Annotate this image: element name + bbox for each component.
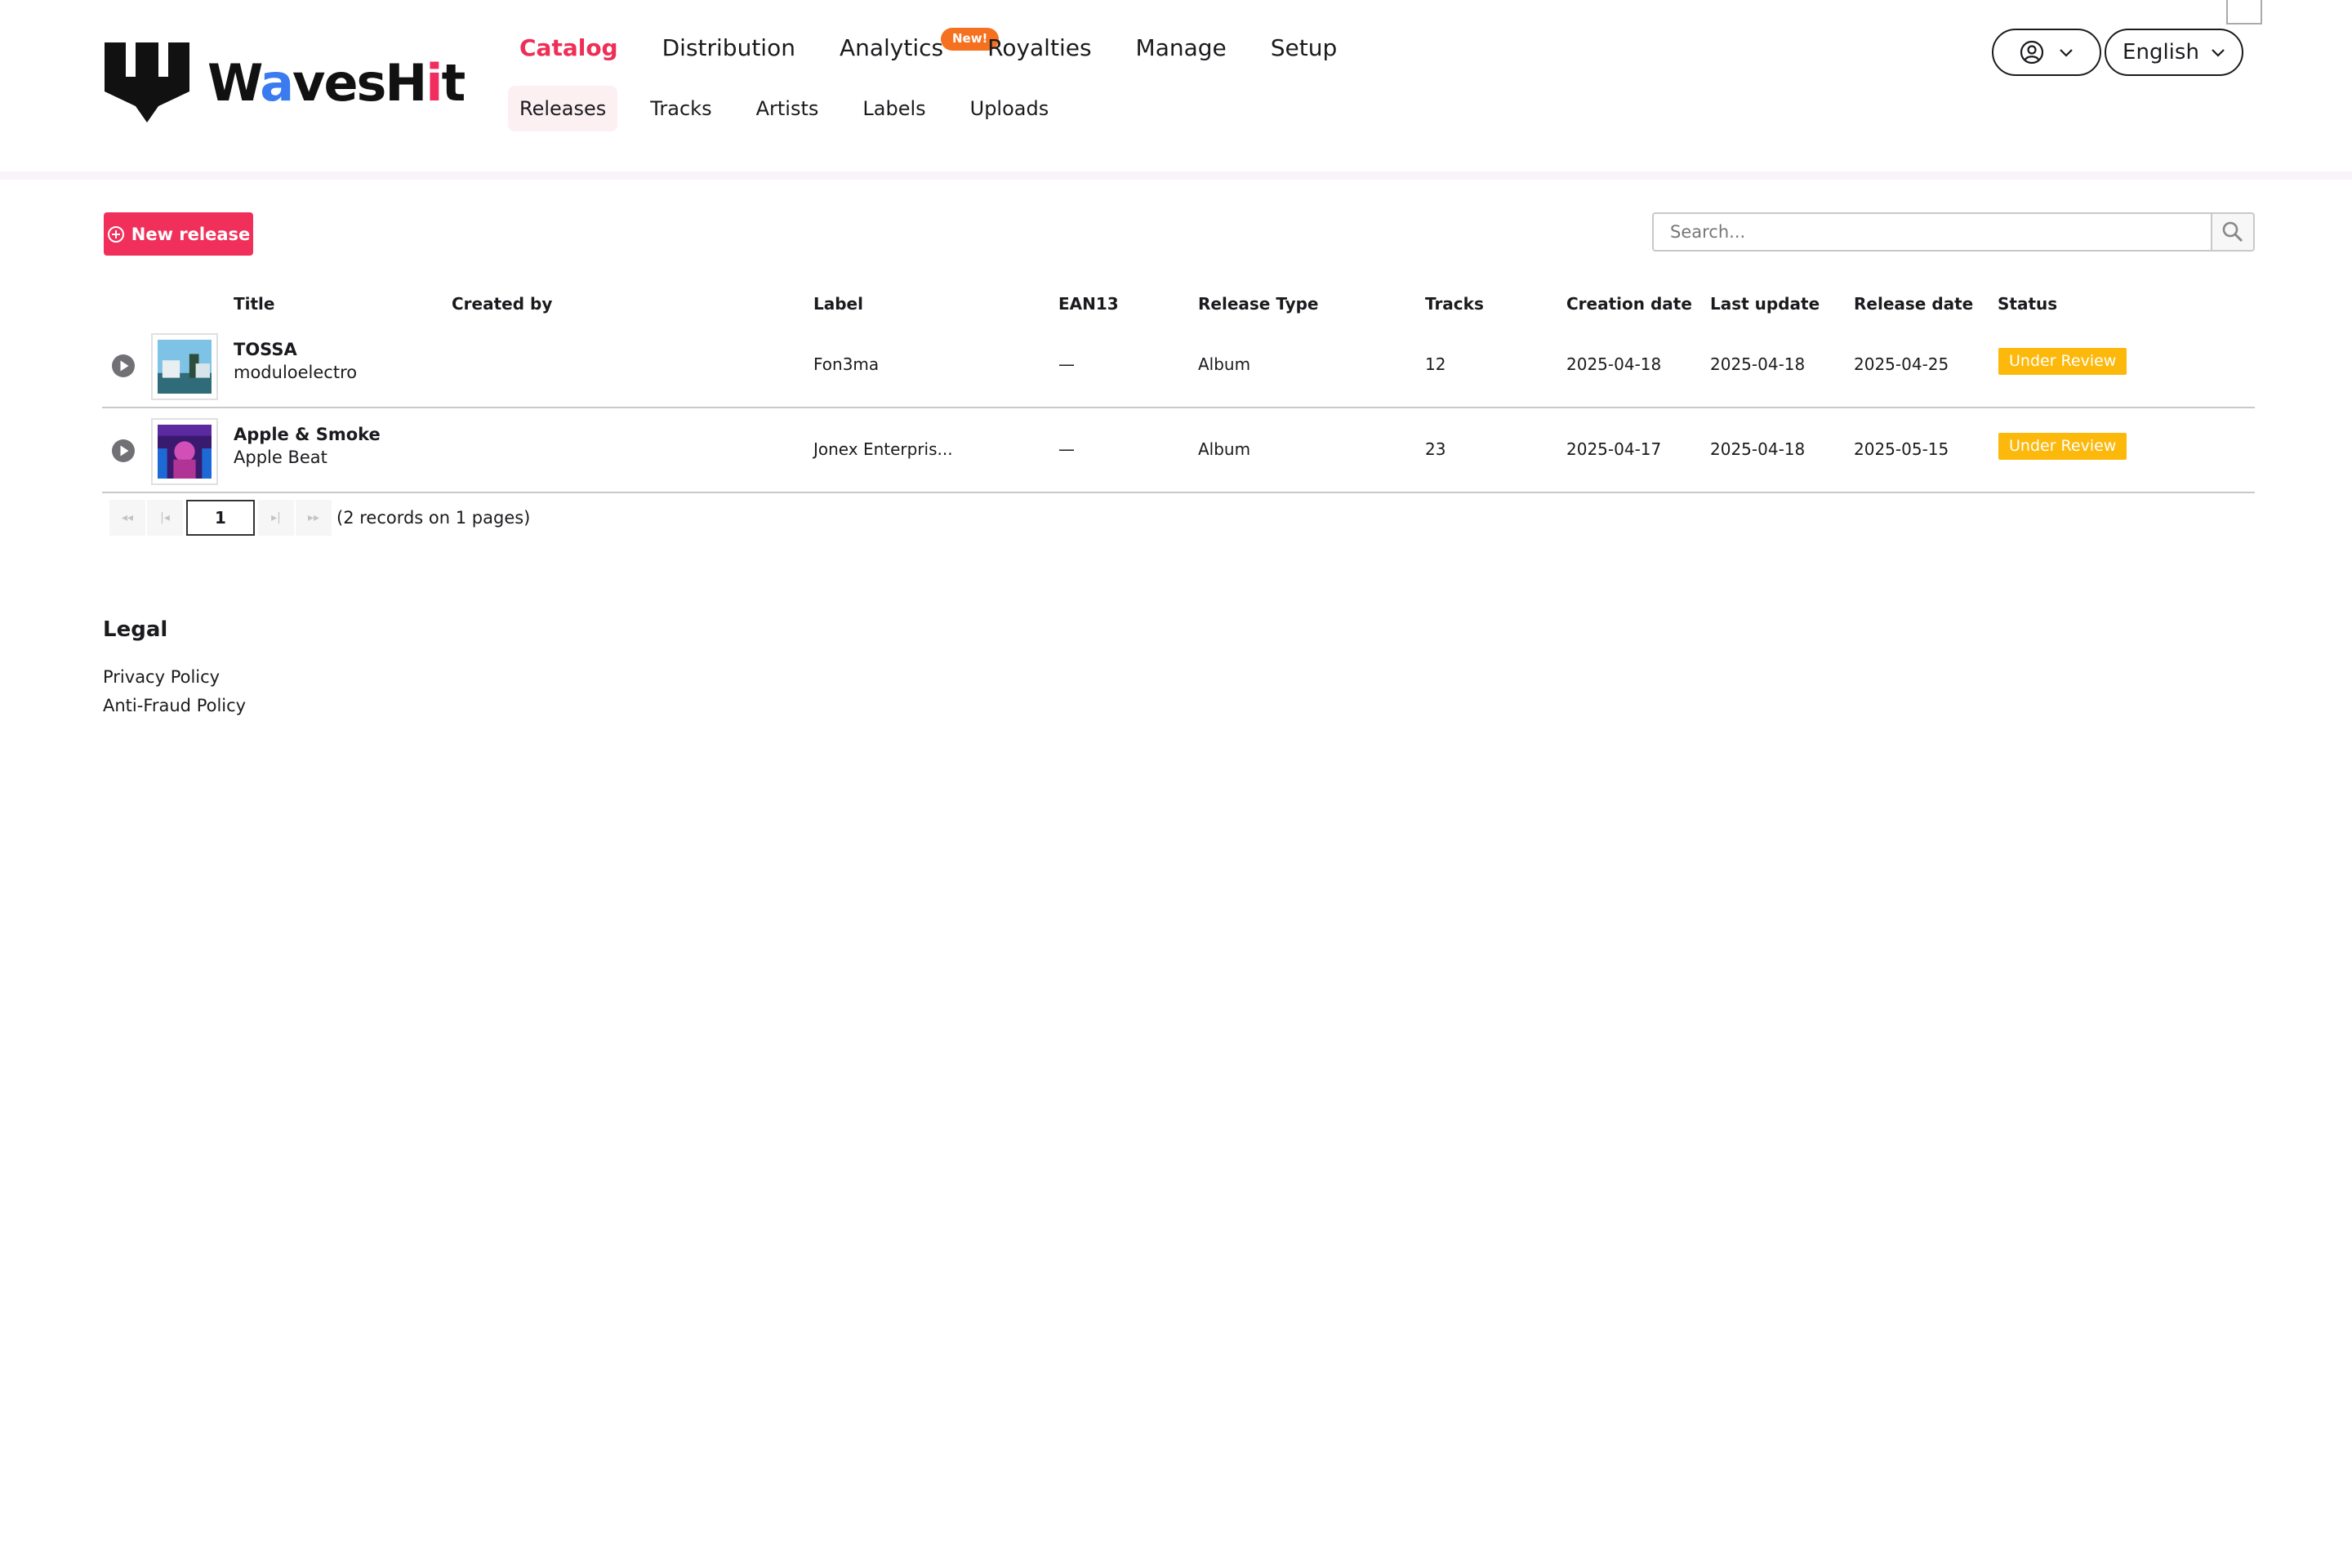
status-badge: Under Review bbox=[1998, 348, 2127, 375]
column-release-type[interactable]: Release Type bbox=[1198, 294, 1319, 314]
column-status[interactable]: Status bbox=[1998, 294, 2057, 314]
user-menu-button[interactable] bbox=[1992, 29, 2101, 76]
tab-tracks[interactable]: Tracks bbox=[639, 86, 723, 131]
chevron-down-icon bbox=[2060, 49, 2073, 57]
table-row[interactable]: Apple & Smoke Apple Beat Jonex Enterpris… bbox=[102, 408, 2255, 493]
cell-creation-date: 2025-04-17 bbox=[1566, 439, 1662, 459]
tab-artists[interactable]: Artists bbox=[745, 86, 831, 131]
search-button[interactable] bbox=[2211, 212, 2255, 252]
nav-distribution[interactable]: Distribution bbox=[662, 34, 795, 61]
privacy-policy-link[interactable]: Privacy Policy bbox=[103, 667, 220, 687]
table-row[interactable]: TOSSA moduloelectro Fon3ma — Album 12 20… bbox=[102, 323, 2255, 408]
search-input[interactable] bbox=[1652, 212, 2211, 252]
cell-release-date: 2025-04-25 bbox=[1854, 354, 1949, 374]
column-creation-date[interactable]: Creation date bbox=[1566, 294, 1692, 314]
anti-fraud-policy-link[interactable]: Anti-Fraud Policy bbox=[103, 696, 246, 715]
top-header: WavesHit Catalog Distribution Analytics … bbox=[0, 0, 2352, 173]
user-circle-icon bbox=[2020, 40, 2044, 65]
release-cover[interactable] bbox=[151, 333, 218, 400]
new-release-label: New release bbox=[131, 224, 251, 244]
tab-labels[interactable]: Labels bbox=[851, 86, 937, 131]
first-page-button[interactable]: ◂◂ bbox=[109, 500, 145, 536]
play-icon[interactable] bbox=[111, 354, 136, 378]
cover-art-tossa bbox=[158, 340, 212, 394]
cover-art-apple-smoke bbox=[158, 425, 212, 479]
nav-analytics[interactable]: Analytics New! bbox=[839, 27, 1000, 61]
last-page-button[interactable]: ▸▸ bbox=[296, 500, 332, 536]
cell-ean13: — bbox=[1058, 354, 1075, 374]
nav-catalog[interactable]: Catalog bbox=[519, 34, 618, 61]
play-icon[interactable] bbox=[111, 439, 136, 463]
language-selector[interactable]: English bbox=[2105, 29, 2243, 76]
nav-royalties[interactable]: Royalties bbox=[987, 34, 1091, 61]
cell-release-type: Album bbox=[1198, 354, 1251, 374]
table-header: Title Created by Label EAN13 Release Typ… bbox=[102, 284, 2255, 323]
cell-creation-date: 2025-04-18 bbox=[1566, 354, 1662, 374]
releases-table: Title Created by Label EAN13 Release Typ… bbox=[102, 284, 2255, 493]
cell-ean13: — bbox=[1058, 439, 1075, 459]
pagination: ◂◂ |◂ 1 ▸| ▸▸ (2 records on 1 pages) bbox=[109, 498, 530, 537]
logo-wordmark: WavesHit bbox=[207, 53, 466, 113]
waveshit-logo[interactable]: WavesHit bbox=[101, 41, 466, 126]
nav-manage[interactable]: Manage bbox=[1136, 34, 1227, 61]
records-info: (2 records on 1 pages) bbox=[336, 508, 531, 528]
header-divider bbox=[0, 172, 2352, 180]
new-release-button[interactable]: New release bbox=[104, 212, 253, 256]
legal-heading: Legal bbox=[103, 617, 168, 642]
search-bar bbox=[1652, 212, 2255, 252]
release-artist: Apple Beat bbox=[234, 448, 327, 467]
release-title[interactable]: TOSSA bbox=[234, 340, 297, 359]
current-page-input[interactable]: 1 bbox=[186, 500, 255, 536]
sub-nav: Releases Tracks Artists Labels Uploads bbox=[508, 84, 1081, 133]
column-created-by[interactable]: Created by bbox=[452, 294, 552, 314]
release-title[interactable]: Apple & Smoke bbox=[234, 425, 381, 444]
main-nav: Catalog Distribution Analytics New! Roya… bbox=[519, 27, 1381, 65]
cell-label: Jonex Enterpris... bbox=[813, 439, 953, 459]
cell-last-update: 2025-04-18 bbox=[1710, 439, 1806, 459]
cell-label: Fon3ma bbox=[813, 354, 880, 374]
next-page-button[interactable]: ▸| bbox=[258, 500, 294, 536]
release-artist: moduloelectro bbox=[234, 363, 358, 382]
column-tracks[interactable]: Tracks bbox=[1425, 294, 1484, 314]
cell-tracks: 12 bbox=[1425, 354, 1446, 374]
column-title[interactable]: Title bbox=[234, 294, 274, 314]
column-last-update[interactable]: Last update bbox=[1710, 294, 1820, 314]
cell-release-date: 2025-05-15 bbox=[1854, 439, 1949, 459]
status-badge: Under Review bbox=[1998, 433, 2127, 460]
column-ean13[interactable]: EAN13 bbox=[1058, 294, 1119, 314]
prev-page-button[interactable]: |◂ bbox=[147, 500, 183, 536]
cell-tracks: 23 bbox=[1425, 439, 1446, 459]
waveshit-logo-mark-icon bbox=[105, 42, 189, 122]
column-release-date[interactable]: Release date bbox=[1854, 294, 1973, 314]
tab-releases[interactable]: Releases bbox=[508, 86, 618, 131]
nav-setup[interactable]: Setup bbox=[1271, 34, 1338, 61]
corner-box[interactable] bbox=[2226, 0, 2262, 24]
chevron-down-icon bbox=[2212, 49, 2225, 57]
plus-circle-icon bbox=[107, 225, 124, 243]
column-label[interactable]: Label bbox=[813, 294, 863, 314]
cell-release-type: Album bbox=[1198, 439, 1251, 459]
language-label: English bbox=[2123, 40, 2199, 65]
search-icon bbox=[2222, 221, 2243, 243]
release-cover[interactable] bbox=[151, 418, 218, 485]
nav-analytics-label: Analytics bbox=[839, 33, 944, 61]
tab-uploads[interactable]: Uploads bbox=[959, 86, 1061, 131]
cell-last-update: 2025-04-18 bbox=[1710, 354, 1806, 374]
